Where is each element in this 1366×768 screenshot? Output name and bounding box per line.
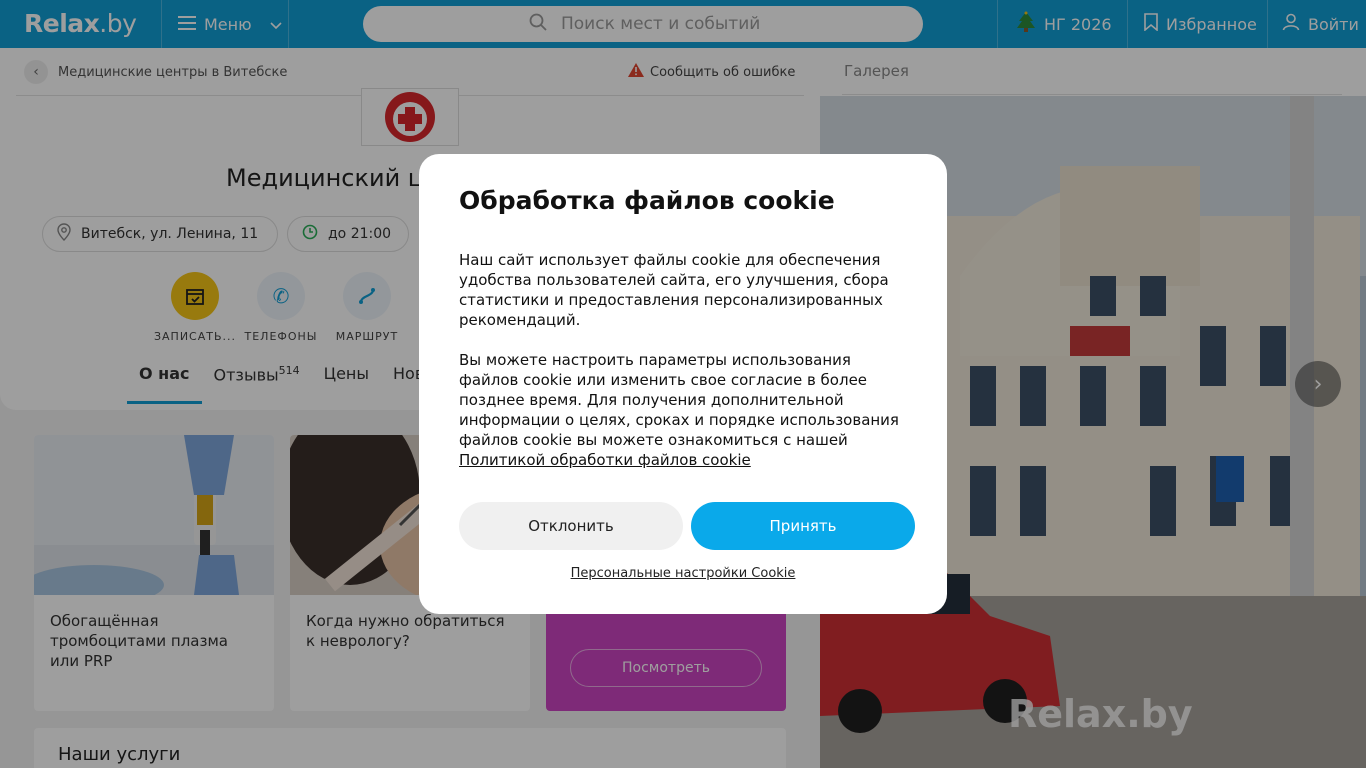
decline-button[interactable]: Отклонить bbox=[459, 502, 683, 550]
cookie-policy-link[interactable]: Политикой обработки файлов cookie bbox=[459, 451, 751, 469]
cookie-modal: Обработка файлов cookie Наш сайт использ… bbox=[419, 154, 947, 614]
personal-cookie-settings-link[interactable]: Персональные настройки Cookie bbox=[419, 566, 947, 581]
cookie-modal-title: Обработка файлов cookie bbox=[459, 186, 835, 215]
accept-button[interactable]: Принять bbox=[691, 502, 915, 550]
cookie-modal-text: Наш сайт использует файлы cookie для обе… bbox=[459, 251, 889, 329]
cookie-modal-text: Вы можете настроить параметры использова… bbox=[459, 351, 899, 469]
